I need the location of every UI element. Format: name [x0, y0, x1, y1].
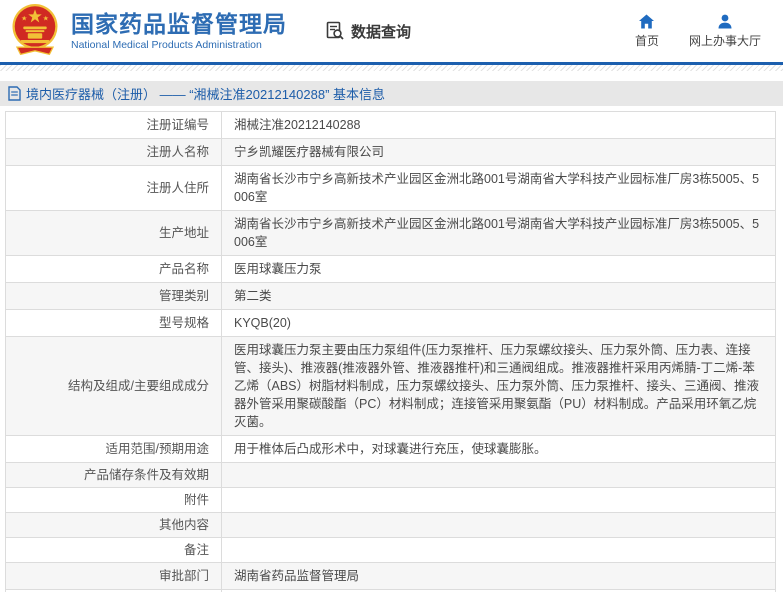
row-value: 医用球囊压力泵	[234, 262, 322, 276]
brand: 国家药品监督管理局 National Medical Products Admi…	[8, 2, 287, 60]
table-row: 结构及组成/主要组成成分 医用球囊压力泵主要由压力泵组件(压力泵推杆、压力泵螺纹接…	[6, 337, 775, 436]
row-value: 第二类	[234, 289, 272, 303]
row-value	[222, 463, 775, 487]
national-emblem-logo	[12, 4, 58, 56]
row-label: 附件	[6, 488, 222, 512]
row-label: 注册人名称	[6, 139, 222, 165]
nav-item-home[interactable]: 首页	[635, 14, 659, 49]
row-value: 湖南省长沙市宁乡高新技术产业园区金洲北路001号湖南省大学科技产业园标准厂房3栋…	[234, 172, 760, 204]
table-row: 附件	[6, 488, 775, 513]
row-label: 型号规格	[6, 310, 222, 336]
row-label: 管理类别	[6, 283, 222, 309]
row-value: 湘械注准20212140288	[234, 118, 361, 132]
person-icon	[718, 14, 732, 28]
row-value: 医用球囊压力泵主要由压力泵组件(压力泵推杆、压力泵螺纹接头、压力泵外筒、压力表、…	[234, 343, 760, 429]
org-name-en: National Medical Products Administration	[71, 39, 262, 52]
table-row: 管理类别 第二类	[6, 283, 775, 310]
row-value: 宁乡凯耀医疗器械有限公司	[234, 145, 385, 159]
row-label: 其他内容	[6, 513, 222, 537]
row-value	[222, 538, 775, 562]
row-value	[222, 513, 775, 537]
table-row: 型号规格 KYQB(20)	[6, 310, 775, 337]
row-value	[222, 488, 775, 512]
row-label: 审批部门	[6, 563, 222, 589]
table-row: 备注	[6, 538, 775, 563]
row-label: 生产地址	[6, 211, 222, 255]
row-label: 产品储存条件及有效期	[6, 463, 222, 487]
row-value: 湖南省药品监督管理局	[234, 569, 360, 583]
row-label: 注册证编号	[6, 112, 222, 138]
row-label: 注册人住所	[6, 166, 222, 210]
table-row: 其他内容	[6, 513, 775, 538]
table-row: 产品名称 医用球囊压力泵	[6, 256, 775, 283]
row-value: 用于椎体后凸成形术中，对球囊进行充压，使球囊膨胀。	[234, 442, 547, 456]
home-icon	[639, 14, 655, 28]
info-table: 注册证编号 湘械注准20212140288 注册人名称 宁乡凯耀医疗器械有限公司 注册人…	[5, 111, 776, 592]
row-label: 产品名称	[6, 256, 222, 282]
top-header: 国家药品监督管理局 National Medical Products Admi…	[0, 0, 783, 65]
table-row: 审批部门 湖南省药品监督管理局	[6, 563, 775, 590]
document-search-icon	[326, 21, 344, 40]
row-label: 结构及组成/主要组成成分	[6, 337, 222, 435]
table-row: 生产地址 湖南省长沙市宁乡高新技术产业园区金洲北路001号湖南省大学科技产业园标准…	[6, 211, 775, 256]
org-name-cn: 国家药品监督管理局	[71, 10, 287, 37]
document-icon	[8, 86, 21, 101]
nav-home-label: 首页	[634, 33, 659, 48]
row-label: 适用范围/预期用途	[6, 436, 222, 462]
table-row: 注册证编号 湘械注准20212140288	[6, 112, 775, 139]
header-nav: 首页 网上办事大厅	[635, 14, 761, 49]
table-row: 产品储存条件及有效期	[6, 463, 775, 488]
table-row: 适用范围/预期用途 用于椎体后凸成形术中，对球囊进行充压，使球囊膨胀。	[6, 436, 775, 463]
page-title-bar: 境内医疗器械（注册） —— “湘械注准20212140288” 基本信息	[0, 81, 783, 106]
table-row: 注册人住所 湖南省长沙市宁乡高新技术产业园区金洲北路001号湖南省大学科技产业园标…	[6, 166, 775, 211]
nav-service-hall-label: 网上办事大厅	[688, 33, 761, 48]
row-value: 湖南省长沙市宁乡高新技术产业园区金洲北路001号湖南省大学科技产业园标准厂房3栋…	[234, 217, 760, 249]
row-value: KYQB(20)	[234, 316, 291, 330]
nav-item-service-hall[interactable]: 网上办事大厅	[689, 14, 761, 49]
data-query-label: 数据查询	[351, 23, 412, 41]
data-query-menu[interactable]: 数据查询	[325, 21, 411, 42]
page-title: 境内医疗器械（注册） —— “湘械注准20212140288” 基本信息	[26, 87, 386, 102]
row-label: 备注	[6, 538, 222, 562]
table-row: 注册人名称 宁乡凯耀医疗器械有限公司	[6, 139, 775, 166]
